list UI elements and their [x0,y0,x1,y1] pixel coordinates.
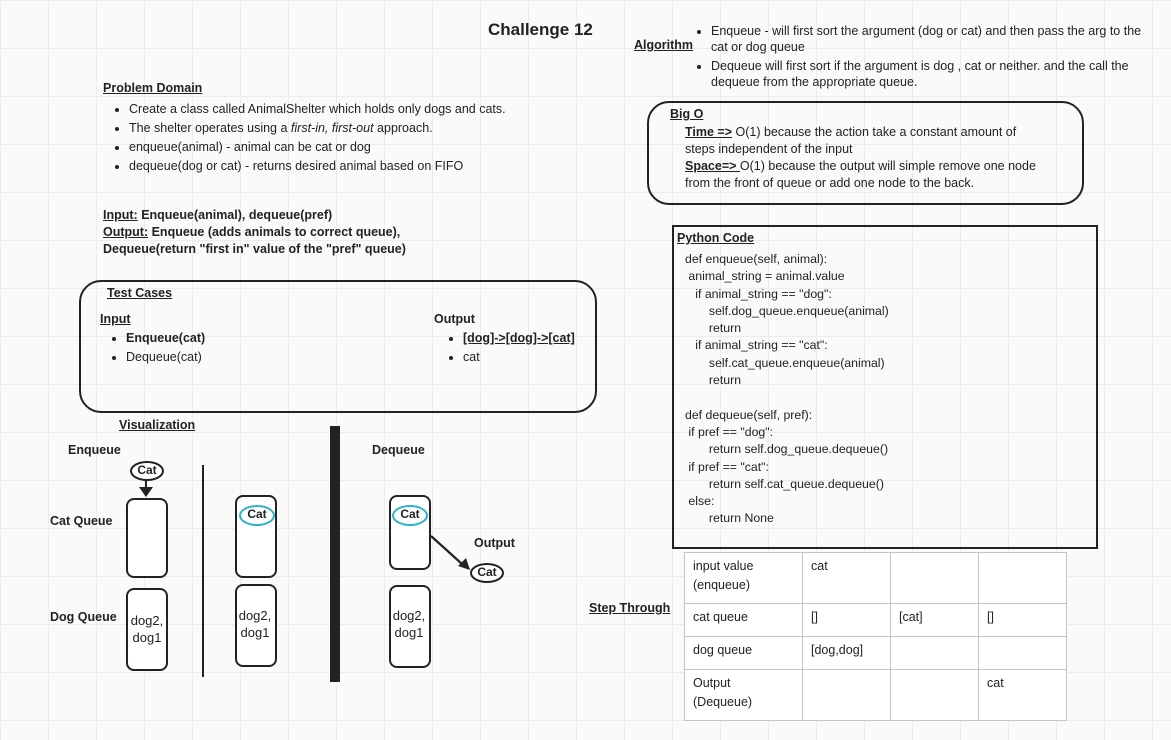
table-cell [890,669,979,721]
table-cell [978,636,1067,670]
cat-token: Cat [392,505,428,526]
cat-queue-box [126,498,168,578]
cat-token: Cat [130,461,164,481]
table-cell: dog queue [684,636,803,670]
step-through-table: input value (enqueue) cat cat queue [] [… [684,552,1067,721]
table-row: input value (enqueue) cat [684,552,1067,604]
table-cell: Output (Dequeue) [684,669,803,721]
cat-token: Cat [239,505,275,526]
table-cell: [] [802,603,891,637]
table-cell: [dog,dog] [802,636,891,670]
table-row: Output (Dequeue) cat [684,669,1067,721]
table-cell [978,552,1067,604]
table-row: dog queue [dog,dog] [684,636,1067,670]
step-through-heading: Step Through [589,601,671,615]
table-cell: cat [802,552,891,604]
table-cell: [] [978,603,1067,637]
table-row: cat queue [] [cat] [] [684,603,1067,637]
table-cell [802,669,891,721]
dog-queue-contents: dog2, dog1 [392,608,426,640]
cat-output-token: Cat [470,563,504,583]
table-cell: cat [978,669,1067,721]
dog-queue-contents: dog2, dog1 [238,608,272,640]
table-cell [890,552,979,604]
table-cell [890,636,979,670]
table-cell: input value (enqueue) [684,552,803,604]
table-cell: [cat] [890,603,979,637]
table-cell: cat queue [684,603,803,637]
dog-queue-contents: dog2, dog1 [130,613,164,645]
